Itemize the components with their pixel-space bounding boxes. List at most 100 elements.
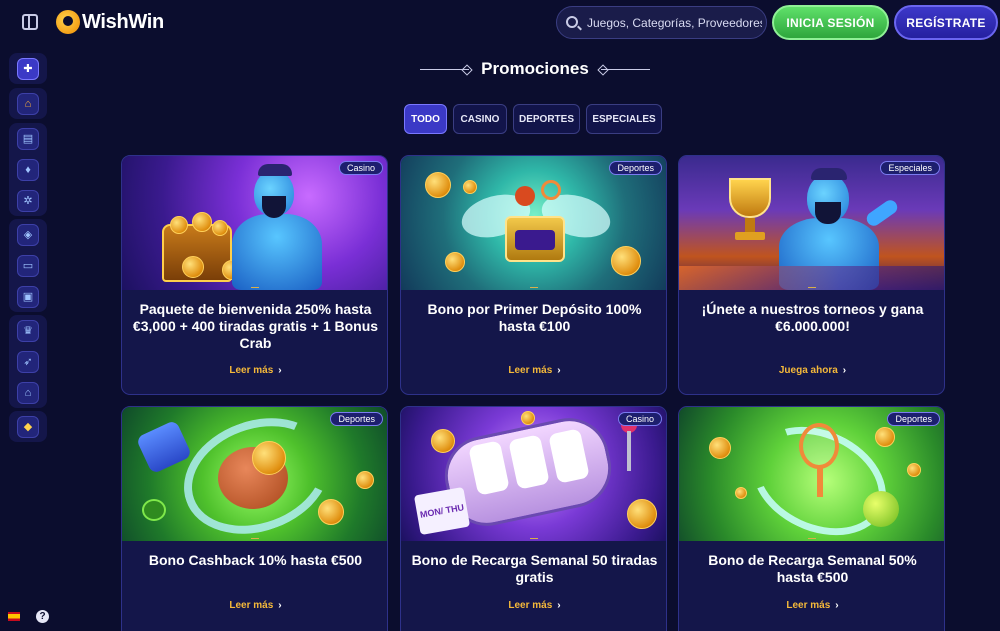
chevron-right-icon: ›	[557, 365, 561, 376]
read-more-link[interactable]: Leer más ›	[679, 600, 944, 611]
home-icon: ⌂	[17, 92, 39, 115]
play-now-link[interactable]: Juega ahora ›	[679, 365, 944, 376]
logo-text: WishWin	[82, 10, 164, 33]
login-button[interactable]: INICIA SESIÓN	[772, 5, 889, 40]
chevron-right-icon: ›	[835, 600, 839, 611]
sidebar-group-casino: ▤ ♦ ✲	[9, 123, 47, 216]
category-badge: Casino	[338, 161, 383, 175]
gift-icon: ✚	[17, 57, 39, 80]
read-more-link[interactable]: Leer más ›	[401, 365, 666, 376]
card-divider	[530, 538, 538, 544]
vip-diamond-icon: ◆	[17, 415, 39, 438]
spain-flag-icon[interactable]	[8, 612, 20, 621]
sidebar-item-virtual[interactable]: ▣	[9, 281, 47, 312]
sidebar-item-shop[interactable]: ⌂	[9, 377, 47, 408]
read-more-link[interactable]: Leer más ›	[122, 365, 387, 376]
promo-image-treasure: Casino	[122, 156, 387, 290]
title-ornament-left	[420, 68, 470, 70]
promo-title: Bono Cashback 10% hasta €500	[148, 552, 363, 568]
logo[interactable]: WishWin	[56, 9, 164, 35]
sidebar-item-sports[interactable]: ◈	[9, 219, 47, 250]
promo-title: ¡Únete a nuestros torneos y gana €6.000.…	[701, 301, 924, 334]
tab-especiales[interactable]: ESPECIALES	[586, 104, 662, 134]
play-now-label: Juega ahora	[778, 365, 838, 376]
promo-image-tennis: Deportes	[679, 407, 944, 541]
sidebar-item-roulette[interactable]: ✲	[9, 185, 47, 216]
category-badge: Casino	[617, 412, 662, 426]
sidebar-item-home[interactable]: ⌂	[9, 88, 47, 119]
shop-icon: ⌂	[17, 381, 39, 404]
slot-sign-text: MON/ THU	[413, 486, 471, 536]
sports-ball-icon: ◈	[17, 223, 39, 246]
tab-deportes[interactable]: DEPORTES	[513, 104, 580, 134]
card-divider	[530, 287, 538, 293]
sidebar-group-vip: ◆	[9, 411, 47, 442]
chevron-right-icon: ›	[842, 365, 847, 376]
virtual-sports-icon: ▣	[17, 285, 39, 308]
sidebar-toggle-icon[interactable]	[22, 14, 38, 30]
help-icon[interactable]: ?	[36, 610, 49, 623]
read-more-label: Leer más	[229, 365, 274, 376]
promo-card[interactable]: Deportes Bono Cashback 10% hasta €500 Le…	[121, 406, 388, 631]
category-badge: Deportes	[609, 161, 662, 175]
promo-title: Paquete de bienvenida 250% hasta €3,000 …	[132, 301, 379, 351]
roulette-icon: ✲	[17, 189, 39, 212]
read-more-label: Leer más	[786, 600, 831, 611]
sidebar-item-crash[interactable]: ➶	[9, 346, 47, 377]
category-badge: Deportes	[330, 412, 383, 426]
chevron-right-icon: ›	[557, 600, 561, 611]
live-casino-icon: ▭	[17, 254, 39, 277]
logo-icon	[56, 10, 80, 34]
chevron-right-icon: ›	[278, 365, 282, 376]
search-icon	[566, 16, 578, 28]
sidebar-group-sports: ◈ ▭ ▣	[9, 219, 47, 312]
promo-card[interactable]: Deportes Bono por Primer Depósito 100% h…	[400, 155, 667, 395]
sidebar-group-extras: ♛ ➶ ⌂	[9, 315, 47, 408]
promo-card[interactable]: Casino Paquete de bienvenida 250% hasta …	[121, 155, 388, 395]
title-ornament-right	[600, 68, 650, 70]
top-bar: WishWin INICIA SESIÓN REGÍSTRATE	[0, 0, 1000, 44]
sidebar-item-tournaments[interactable]: ♛	[9, 315, 47, 346]
promo-image-slot-machine: MON/ THU Casino	[401, 407, 666, 541]
promo-title: Bono de Recarga Semanal 50 tiradas grati…	[411, 552, 658, 585]
sidebar-item-promotions[interactable]: ✚	[9, 53, 47, 84]
promo-image-sports-chest: Deportes	[401, 156, 666, 290]
card-divider	[251, 287, 259, 293]
sidebar-item-slots[interactable]: ▤	[9, 123, 47, 154]
card-divider	[251, 538, 259, 544]
category-tabs: TODO CASINO DEPORTES ESPECIALES	[404, 104, 662, 134]
promo-card[interactable]: MON/ THU Casino Bono de Recarga Semanal …	[400, 406, 667, 631]
sidebar-item-cards[interactable]: ♦	[9, 154, 47, 185]
sidebar-footer: ?	[0, 604, 56, 631]
promo-card[interactable]: Especiales ¡Únete a nuestros torneos y g…	[678, 155, 945, 395]
search-bar[interactable]	[556, 6, 767, 39]
promo-image-cashback: Deportes	[122, 407, 387, 541]
cards-icon: ♦	[17, 158, 39, 181]
sidebar-item-live[interactable]: ▭	[9, 250, 47, 281]
page-title: Promociones	[481, 59, 589, 78]
slots-icon: ▤	[17, 127, 39, 150]
read-more-label: Leer más	[229, 600, 274, 611]
promo-title: Bono por Primer Depósito 100% hasta €100	[427, 301, 642, 334]
sidebar-group-promos: ✚	[9, 53, 47, 84]
read-more-label: Leer más	[508, 600, 553, 611]
sidebar-item-vip[interactable]: ◆	[9, 411, 47, 442]
promo-image-tournament: Especiales	[679, 156, 944, 290]
promo-card[interactable]: Deportes Bono de Recarga Semanal 50% has…	[678, 406, 945, 631]
tab-casino[interactable]: CASINO	[453, 104, 507, 134]
category-badge: Especiales	[880, 161, 940, 175]
page-title-wrap: Promociones	[420, 58, 650, 80]
card-divider	[808, 287, 816, 293]
card-divider	[808, 538, 816, 544]
rocket-icon: ➶	[17, 350, 39, 373]
tab-todo[interactable]: TODO	[404, 104, 447, 134]
search-input[interactable]	[587, 15, 762, 30]
trophy-icon: ♛	[17, 319, 39, 342]
sidebar-group-home: ⌂	[9, 88, 47, 119]
read-more-label: Leer más	[508, 365, 553, 376]
register-button[interactable]: REGÍSTRATE	[894, 5, 998, 40]
sidebar: ✚ ⌂ ▤ ♦ ✲ ◈ ▭ ▣ ♛ ➶ ⌂ ◆ ?	[0, 44, 56, 631]
read-more-link[interactable]: Leer más ›	[401, 600, 666, 611]
read-more-link[interactable]: Leer más ›	[122, 600, 387, 611]
category-badge: Deportes	[887, 412, 940, 426]
